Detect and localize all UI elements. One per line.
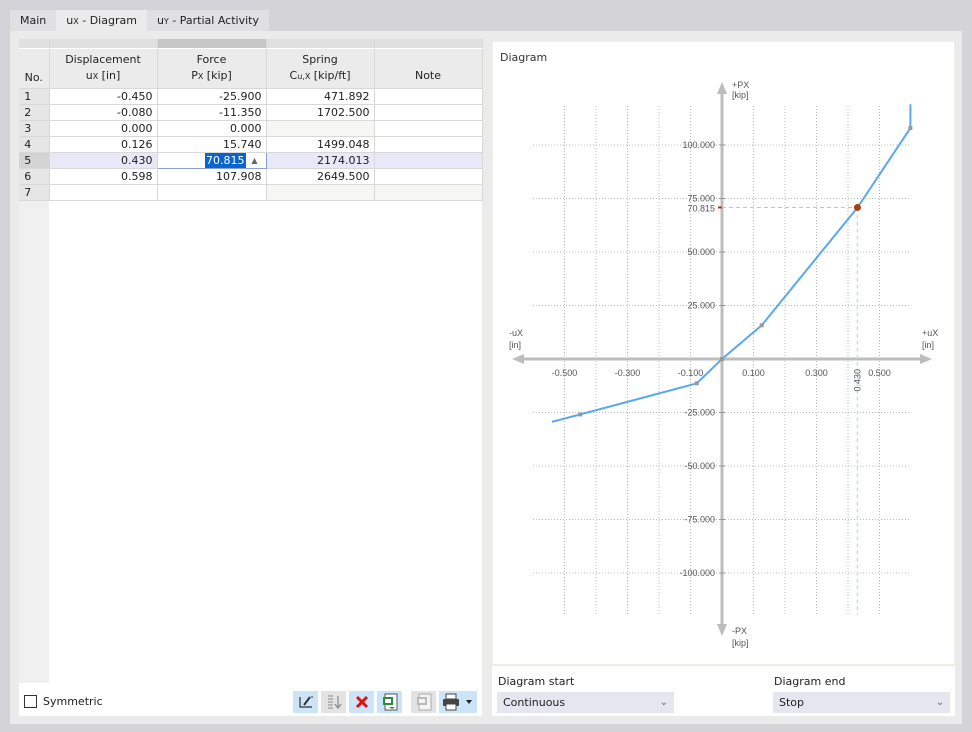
y-axis-pos-label: +PX — [732, 80, 749, 90]
x-axis-neg-label: -uX — [509, 328, 523, 338]
y-tick-label: 75.000 — [687, 194, 715, 204]
chevron-down-icon: ⌄ — [935, 697, 944, 708]
y-axis-neg-label: -PX — [732, 626, 747, 636]
x-tick-label: -0.300 — [615, 368, 641, 378]
diagram-start-label: Diagram start — [498, 675, 575, 688]
x-tick-label: -0.100 — [678, 368, 704, 378]
y-tick-label: -50.000 — [684, 461, 715, 471]
x-axis-pos-unit: [in] — [922, 340, 934, 350]
x-tick-label: 0.100 — [742, 368, 765, 378]
x-axis-pos-label: +uX — [922, 328, 938, 338]
y-axis-neg-arrow-icon — [717, 624, 727, 636]
y-axis-pos-arrow-icon — [717, 82, 727, 94]
y-tick-label: 50.000 — [687, 247, 715, 257]
x-tick-label: -0.500 — [552, 368, 578, 378]
x-axis-pos-arrow-icon — [920, 354, 932, 364]
data-point — [694, 381, 699, 386]
diagram-chart: -0.500 -0.300 -0.100 0.100 0.300 0.500 100.000… — [509, 80, 938, 648]
selected-data-point — [853, 203, 861, 211]
y-tick-label: 25.000 — [687, 301, 715, 311]
data-point — [759, 323, 764, 328]
x-axis-neg-unit: [in] — [509, 340, 521, 350]
data-point — [908, 126, 913, 131]
x-axis-neg-arrow-icon — [512, 354, 524, 364]
chart-axis-labels: +PX [kip] -PX [kip] -uX [in] +uX [in] 0.… — [509, 80, 938, 648]
chevron-down-icon: ⌄ — [659, 697, 668, 708]
y-tick-label: -25.000 — [684, 408, 715, 418]
data-point — [578, 412, 583, 417]
y-axis-pos-unit: [kip] — [732, 90, 749, 100]
x-tick-label: 0.300 — [805, 368, 828, 378]
y-tick-label: 100.000 — [682, 140, 715, 150]
y-axis-neg-unit: [kip] — [732, 638, 749, 648]
selected-y-label: 70.815 — [687, 203, 715, 213]
y-tick-label: -75.000 — [684, 515, 715, 525]
x-tick-label: 0.500 — [868, 368, 891, 378]
selected-x-label: 0.430 — [852, 369, 862, 392]
diagram-end-select[interactable]: Stop ⌄ — [773, 692, 950, 713]
diagram-end-label: Diagram end — [774, 675, 846, 688]
data-point — [720, 357, 724, 361]
y-tick-label: -100.000 — [679, 568, 715, 578]
diagram-start-select[interactable]: Continuous ⌄ — [497, 692, 674, 713]
